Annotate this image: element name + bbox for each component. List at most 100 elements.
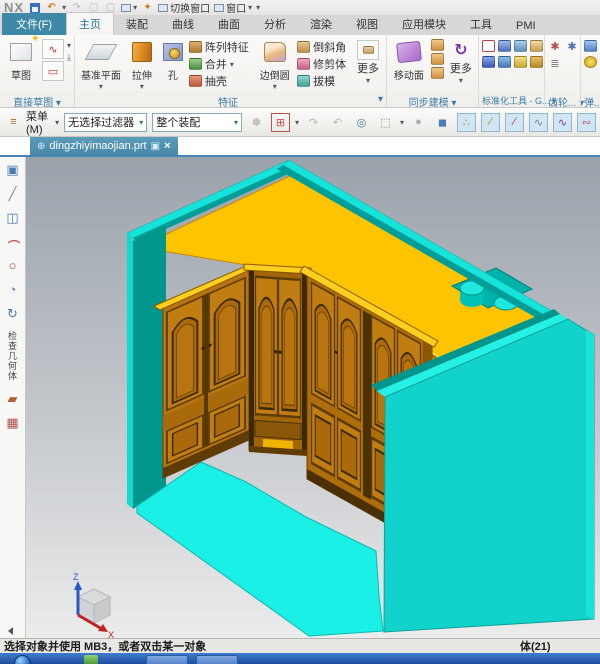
mesh-icon[interactable]: ▦	[4, 414, 22, 431]
snap-midpoint-icon[interactable]: ∕	[505, 113, 524, 132]
feature-more-button[interactable]: 更多 ▾	[353, 37, 383, 85]
tab-file[interactable]: 文件(F)	[2, 13, 66, 35]
part-tab[interactable]: ⊕ dingzhiyimaojian.prt ▣ ×	[30, 137, 178, 155]
cabinet-door[interactable]	[256, 277, 278, 416]
cabinet-door[interactable]	[279, 278, 301, 417]
draft-button[interactable]: 拔模	[297, 73, 350, 89]
std-tool2-icon[interactable]	[498, 40, 511, 52]
graphics-window[interactable]: Z X	[26, 157, 600, 638]
cabinet-door[interactable]	[312, 404, 335, 476]
snap-curve-icon[interactable]: ∿	[529, 113, 548, 132]
block-icon[interactable]: ▣	[4, 161, 22, 178]
touch-icon[interactable]: ✦	[141, 2, 154, 13]
sidebar-resize-icon[interactable]	[8, 627, 13, 635]
selection-scope-combo[interactable]: 整个装配▾	[152, 113, 242, 132]
sync-tool2-icon[interactable]	[431, 53, 444, 65]
move-face-button[interactable]: 移动面	[390, 37, 428, 82]
taskbar-icon-1[interactable]	[84, 655, 98, 664]
sketch-rect-button[interactable]: ▭	[42, 61, 64, 81]
selection-filter-combo[interactable]: 无选择过滤器▾	[64, 113, 147, 132]
close-tab-icon[interactable]: ×	[164, 140, 170, 152]
surface-icon[interactable]: ◔	[4, 281, 22, 298]
undo-icon[interactable]: ↶	[45, 2, 58, 13]
chamfer-button[interactable]: 倒斜角	[297, 39, 350, 55]
hole-button[interactable]: 孔	[160, 37, 186, 82]
sketch-more-caret-icon[interactable]: ▾	[67, 41, 71, 50]
arc-icon[interactable]: )	[4, 233, 21, 251]
tab-render[interactable]: 渲染	[298, 13, 344, 35]
sync-tool3-icon[interactable]	[431, 67, 444, 79]
extrude-button[interactable]: 拉伸 ▾	[127, 37, 157, 91]
std-tool7-icon[interactable]	[514, 56, 527, 68]
save-icon[interactable]	[28, 2, 41, 13]
snap-point-icon[interactable]: ∴	[457, 113, 476, 132]
snap-tangent-icon[interactable]: ∾	[577, 113, 596, 132]
trim-body-button[interactable]: 修剪体	[297, 56, 350, 72]
circle-icon[interactable]: ○	[4, 257, 22, 274]
rect-select-icon[interactable]: ⬚	[376, 113, 395, 132]
group-label-gear[interactable]: 齿轮... ▾	[548, 94, 577, 107]
start-orb-icon[interactable]	[14, 655, 31, 664]
tab-tools[interactable]: 工具	[458, 13, 504, 35]
taskbar-window-2[interactable]	[196, 655, 238, 664]
spring-tool2-icon[interactable]	[584, 56, 597, 68]
rect-select-caret-icon[interactable]: ▾	[400, 118, 404, 127]
pattern-feature-button[interactable]: 阵列特征	[189, 39, 252, 55]
sync-more-button[interactable]: ↻ 更多 ▾	[447, 37, 475, 85]
snap-endpoint-icon[interactable]: ∕	[481, 113, 500, 132]
gear2-icon[interactable]: ✱	[565, 40, 579, 53]
snap-spline-icon[interactable]: ∿	[553, 113, 572, 132]
group-label-spring[interactable]: 弹...	[584, 94, 600, 107]
select-mode-icon[interactable]: ⊞	[271, 113, 290, 132]
undo-caret-icon[interactable]: ▾	[62, 3, 66, 12]
solid-cube-icon[interactable]: ◼	[433, 113, 452, 132]
group-label-std-tools[interactable]: 标准化工具 - G... ▾	[482, 94, 541, 107]
sketch-curve-button[interactable]: ∿	[42, 39, 64, 59]
sync-tool1-icon[interactable]	[431, 39, 444, 51]
qat-customize-icon[interactable]: ▾	[256, 3, 260, 12]
std-tool6-icon[interactable]	[498, 56, 511, 68]
snap-center-icon[interactable]: ◎	[352, 113, 371, 132]
std-tool4-icon[interactable]	[530, 40, 543, 52]
tab-view[interactable]: 视图	[344, 13, 390, 35]
gear-list-icon[interactable]: ≣	[548, 57, 562, 70]
tab-pmi[interactable]: PMI	[504, 17, 548, 35]
select-mode-caret-icon[interactable]: ▾	[295, 118, 299, 127]
group-label-feature[interactable]: 特征 ▾	[78, 94, 383, 107]
std-tool8-icon[interactable]	[530, 56, 543, 68]
tab-surface[interactable]: 曲面	[206, 13, 252, 35]
unite-button[interactable]: 合并▾	[189, 56, 252, 72]
tab-application[interactable]: 应用模块	[390, 13, 458, 35]
model-scene[interactable]: Z X	[26, 157, 600, 638]
tab-curve[interactable]: 曲线	[160, 13, 206, 35]
std-tool1-icon[interactable]	[482, 40, 495, 52]
tab-home[interactable]: 主页	[66, 12, 114, 35]
cube-icon[interactable]: ◫	[4, 209, 22, 226]
rotate-view-icon[interactable]: ↻	[4, 305, 22, 322]
shell-button[interactable]: 抽壳	[189, 73, 252, 89]
cabinet-door[interactable]	[338, 419, 361, 491]
window-mode-icon[interactable]: ▾	[121, 3, 137, 12]
sketch-button[interactable]: ✦ 草图	[3, 37, 39, 82]
group-label-direct-sketch[interactable]: 直接草图 ▾	[3, 94, 71, 107]
tab-analysis[interactable]: 分析	[252, 13, 298, 35]
taskbar-window-1[interactable]	[146, 655, 188, 664]
examine-geometry-button[interactable]: 检查几何体	[6, 331, 19, 381]
menu-button[interactable]: ≡ 菜单(M) ▾	[4, 108, 59, 136]
std-tool3-icon[interactable]	[514, 40, 527, 52]
datum-plane-button[interactable]: 基准平面 ▾	[78, 37, 124, 91]
cabinet-door[interactable]	[209, 278, 245, 392]
tab-assembly[interactable]: 装配	[114, 13, 160, 35]
spring-tool1-icon[interactable]	[584, 40, 597, 52]
cabinet-door[interactable]	[312, 283, 335, 407]
std-tool5-icon[interactable]	[482, 56, 495, 68]
windows-taskbar[interactable]	[0, 653, 600, 664]
group-label-sync[interactable]: 同步建模 ▾	[390, 94, 475, 107]
gear1-icon[interactable]: ✱	[548, 40, 562, 53]
trim-sheet-icon[interactable]: ▰	[4, 390, 22, 407]
cabinet-door[interactable]	[338, 297, 361, 421]
edge-blend-button[interactable]: 边倒圆 ▾	[255, 37, 294, 91]
sketch-more2-caret-icon[interactable]: ⤓	[67, 52, 71, 63]
line-icon[interactable]: ╱	[4, 185, 22, 202]
cabinet-door[interactable]	[167, 296, 203, 410]
